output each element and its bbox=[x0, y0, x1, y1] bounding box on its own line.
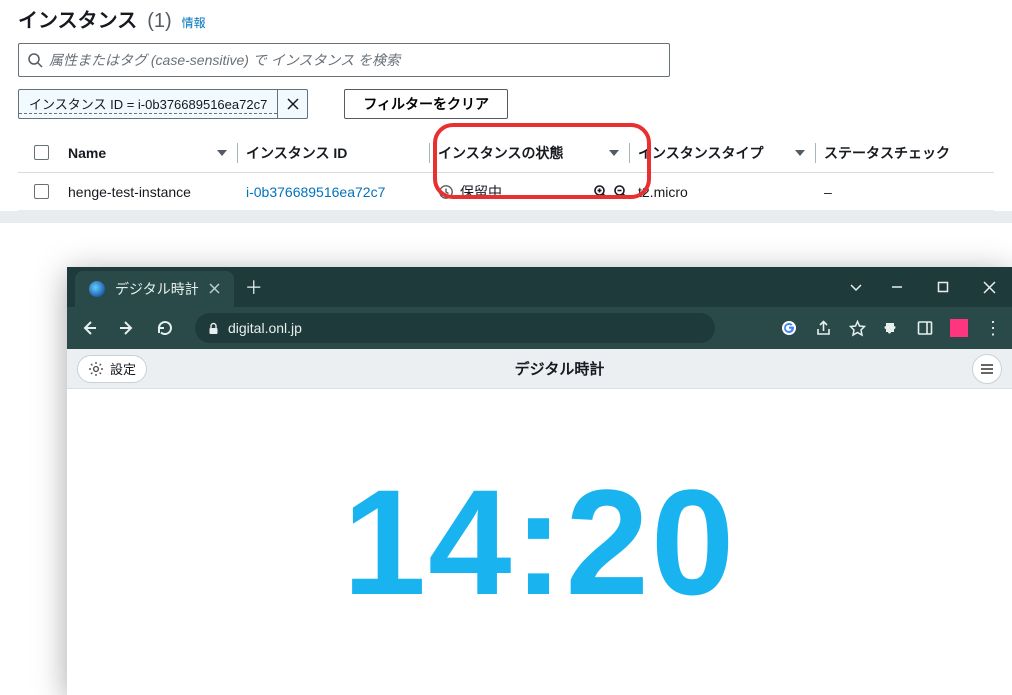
filter-bar: インスタンス ID = i-0b376689516ea72c7 フィルターをクリ… bbox=[18, 89, 994, 119]
col-status[interactable]: ステータスチェック bbox=[820, 143, 990, 163]
col-type[interactable]: インスタンスタイプ bbox=[634, 143, 820, 163]
window-minimize-button[interactable] bbox=[874, 267, 920, 307]
instances-table: Name インスタンス ID インスタンスの状態 インスタンスタイプ ステータス… bbox=[18, 133, 994, 211]
window-close-button[interactable] bbox=[966, 267, 1012, 307]
aws-console: インスタンス (1) 情報 属性またはタグ (case-sensitive) で… bbox=[0, 0, 1012, 211]
google-icon bbox=[781, 320, 797, 336]
instance-count: (1) bbox=[147, 10, 171, 33]
col-name[interactable]: Name bbox=[64, 143, 242, 163]
address-bar: digital.onl.jp ⋮ bbox=[67, 307, 1012, 349]
site-menu-button[interactable] bbox=[972, 354, 1002, 384]
select-all-checkbox[interactable] bbox=[18, 145, 64, 160]
close-icon bbox=[983, 281, 996, 294]
remove-filter-button[interactable] bbox=[277, 89, 307, 119]
instances-heading: インスタンス (1) 情報 bbox=[18, 0, 994, 33]
search-icon bbox=[27, 52, 43, 68]
reload-icon bbox=[156, 319, 174, 337]
tab-close-button[interactable] bbox=[209, 281, 220, 297]
col-instance-id[interactable]: インスタンス ID bbox=[242, 143, 434, 163]
window-titlebar: デジタル時計 ＋ bbox=[67, 267, 1012, 307]
table-footer-bar bbox=[0, 211, 1012, 223]
menu-button[interactable]: ⋮ bbox=[982, 317, 1004, 339]
sort-icon bbox=[795, 150, 805, 156]
settings-label: 設定 bbox=[110, 359, 136, 378]
search-placeholder: 属性またはタグ (case-sensitive) で インスタンス を検索 bbox=[49, 50, 400, 70]
clock-time: 14:20 bbox=[343, 456, 737, 629]
sidepanel-button[interactable] bbox=[914, 317, 936, 339]
chevron-down-icon bbox=[849, 280, 863, 294]
settings-button[interactable]: 設定 bbox=[77, 355, 147, 383]
bookmark-button[interactable] bbox=[846, 317, 868, 339]
reload-button[interactable] bbox=[151, 314, 179, 342]
url-input[interactable]: digital.onl.jp bbox=[195, 313, 715, 343]
url-text: digital.onl.jp bbox=[228, 320, 302, 336]
page-toolbar: 設定 デジタル時計 bbox=[67, 349, 1012, 389]
browser-window: デジタル時計 ＋ digital.onl.jp bbox=[67, 267, 1012, 695]
new-tab-button[interactable]: ＋ bbox=[240, 273, 268, 301]
highlight-box bbox=[433, 123, 651, 199]
gear-icon bbox=[88, 361, 104, 377]
tab-title: デジタル時計 bbox=[115, 279, 199, 299]
back-button[interactable] bbox=[75, 314, 103, 342]
close-icon bbox=[209, 283, 220, 294]
clock-display: 14:20 bbox=[67, 389, 1012, 695]
cell-name: henge-test-instance bbox=[64, 184, 242, 200]
site-title: デジタル時計 bbox=[147, 358, 972, 379]
cell-type: t2.micro bbox=[634, 184, 820, 200]
favicon-icon bbox=[89, 281, 105, 297]
lock-icon bbox=[207, 322, 220, 335]
profile-button[interactable] bbox=[948, 317, 970, 339]
arrow-left-icon bbox=[80, 319, 98, 337]
sort-icon bbox=[217, 150, 227, 156]
maximize-icon bbox=[937, 281, 949, 293]
row-checkbox[interactable] bbox=[18, 184, 64, 199]
toolbar-right: ⋮ bbox=[778, 317, 1004, 339]
forward-button[interactable] bbox=[113, 314, 141, 342]
extensions-button[interactable] bbox=[880, 317, 902, 339]
share-icon bbox=[815, 320, 832, 337]
window-maximize-button[interactable] bbox=[920, 267, 966, 307]
tablist-chevron-button[interactable] bbox=[838, 267, 874, 307]
browser-tab[interactable]: デジタル時計 bbox=[75, 271, 234, 307]
arrow-right-icon bbox=[118, 319, 136, 337]
filter-chip-instance-id[interactable]: インスタンス ID = i-0b376689516ea72c7 bbox=[18, 89, 308, 119]
star-icon bbox=[849, 320, 866, 337]
hamburger-icon bbox=[979, 361, 995, 377]
puzzle-icon bbox=[883, 320, 900, 337]
clear-filters-button[interactable]: フィルターをクリア bbox=[344, 89, 508, 119]
share-button[interactable] bbox=[812, 317, 834, 339]
info-link[interactable]: 情報 bbox=[182, 14, 206, 31]
filter-chip-label: インスタンス ID = i-0b376689516ea72c7 bbox=[19, 94, 277, 114]
page-title: インスタンス bbox=[18, 4, 137, 33]
profile-avatar-icon bbox=[950, 319, 968, 337]
close-icon bbox=[287, 98, 299, 110]
kebab-icon: ⋮ bbox=[984, 318, 1002, 339]
google-button[interactable] bbox=[778, 317, 800, 339]
sidepanel-icon bbox=[917, 320, 933, 336]
cell-instance-id[interactable]: i-0b376689516ea72c7 bbox=[242, 184, 434, 200]
cell-status: – bbox=[820, 184, 990, 200]
minimize-icon bbox=[890, 280, 904, 294]
search-input[interactable]: 属性またはタグ (case-sensitive) で インスタンス を検索 bbox=[18, 43, 670, 77]
